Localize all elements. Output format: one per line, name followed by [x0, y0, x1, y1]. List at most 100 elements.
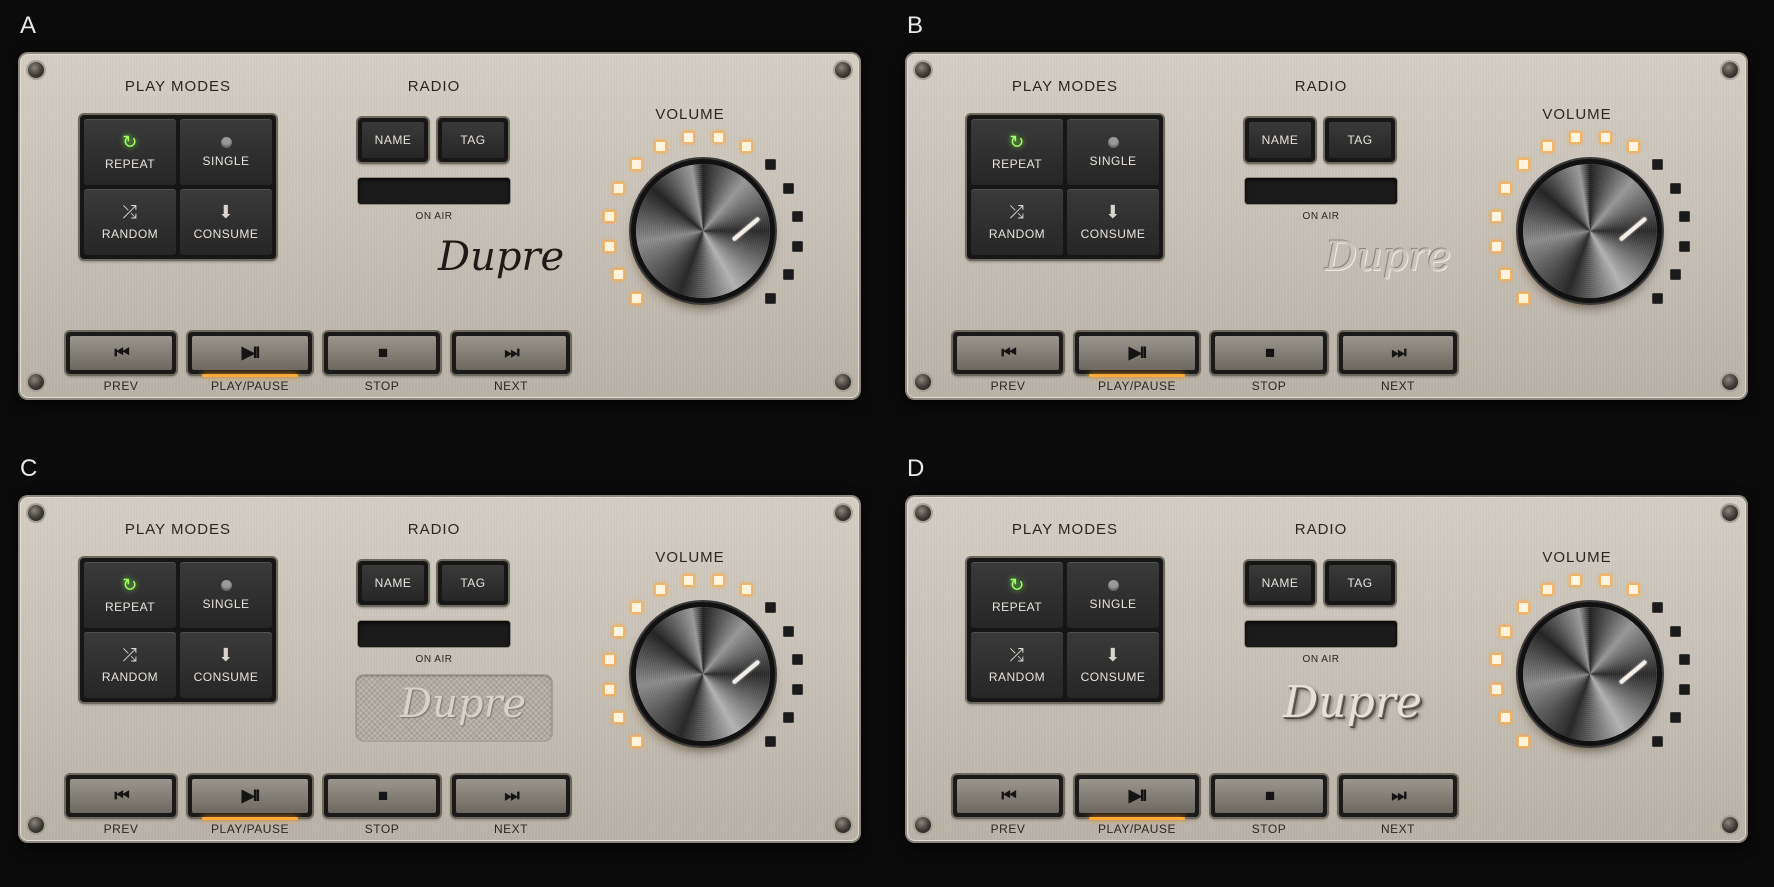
shuffle-icon: ⤮: [1009, 645, 1025, 665]
on-air-display: [1245, 621, 1397, 647]
random-button[interactable]: ⤮ RANDOM: [971, 189, 1063, 255]
volume-led: [1517, 736, 1529, 748]
volume-title: VOLUME: [655, 549, 725, 566]
radio-name-button[interactable]: NAME: [358, 118, 428, 162]
arrow-down-icon: ⬇: [1105, 645, 1121, 665]
volume-led: [1669, 269, 1681, 281]
volume-led: [1678, 240, 1690, 252]
stop-button[interactable]: ■: [1211, 332, 1327, 374]
radio-name-button[interactable]: NAME: [1245, 561, 1315, 605]
arrow-down-icon: ⬇: [1105, 202, 1121, 222]
volume-led: [1541, 584, 1553, 596]
knob-indicator: [1618, 216, 1648, 242]
control-panel: PLAY MODES ↻ REPEAT SINGLE ⤮ RANDOM ⬇ CO…: [905, 52, 1748, 400]
volume-led: [604, 683, 616, 695]
single-button[interactable]: SINGLE: [1067, 562, 1159, 628]
single-button[interactable]: SINGLE: [180, 119, 272, 185]
volume-led: [765, 158, 777, 170]
prev-button[interactable]: ⏮: [66, 332, 176, 374]
repeat-button[interactable]: ↻ REPEAT: [84, 119, 176, 185]
single-button[interactable]: SINGLE: [180, 562, 272, 628]
volume-led: [765, 601, 777, 613]
screw-icon: [835, 62, 851, 78]
radio-tag-button[interactable]: TAG: [1325, 561, 1395, 605]
volume-led: [604, 240, 616, 252]
screw-icon: [28, 505, 44, 521]
stop-button[interactable]: ■: [1211, 775, 1327, 817]
prev-icon: ⏮: [70, 779, 172, 813]
prev-icon: ⏮: [957, 336, 1059, 370]
random-button[interactable]: ⤮ RANDOM: [84, 189, 176, 255]
volume-led: [630, 293, 642, 305]
play-pause-button[interactable]: ▶II: [188, 332, 312, 377]
consume-button[interactable]: ⬇ CONSUME: [1067, 189, 1159, 255]
volume-led: [1491, 211, 1503, 223]
stop-button[interactable]: ■: [324, 332, 440, 374]
variant-label: D: [907, 455, 925, 482]
play-pause-button[interactable]: ▶II: [188, 775, 312, 820]
repeat-button[interactable]: ↻ REPEAT: [971, 119, 1063, 185]
prev-button[interactable]: ⏮: [66, 775, 176, 817]
next-button[interactable]: ⏭: [452, 775, 570, 817]
volume-led: [613, 269, 625, 281]
next-button[interactable]: ⏭: [1339, 775, 1457, 817]
prev-button[interactable]: ⏮: [953, 332, 1063, 374]
play-pause-label: PLAY/PAUSE: [1098, 379, 1176, 393]
stop-label: STOP: [364, 822, 400, 836]
screw-icon: [28, 374, 44, 390]
radio-name-button[interactable]: NAME: [1245, 118, 1315, 162]
consume-button[interactable]: ⬇ CONSUME: [180, 189, 272, 255]
play-pause-button[interactable]: ▶II: [1075, 775, 1199, 820]
next-icon: ⏭: [1343, 779, 1453, 813]
prev-button[interactable]: ⏮: [953, 775, 1063, 817]
single-button[interactable]: SINGLE: [1067, 119, 1159, 185]
volume-led: [791, 211, 803, 223]
volume-led: [1652, 601, 1664, 613]
volume-led: [654, 584, 666, 596]
play-pause-button[interactable]: ▶II: [1075, 332, 1199, 377]
repeat-label: REPEAT: [991, 600, 1043, 614]
screw-icon: [28, 817, 44, 833]
radio-tag-button[interactable]: TAG: [1325, 118, 1395, 162]
radio-tag-button[interactable]: TAG: [438, 561, 508, 605]
next-label: NEXT: [1380, 379, 1415, 393]
stop-button[interactable]: ■: [324, 775, 440, 817]
volume-knob[interactable]: [636, 607, 770, 741]
radio-title: RADIO: [1294, 521, 1348, 538]
play-pause-label: PLAY/PAUSE: [211, 379, 289, 393]
random-button[interactable]: ⤮ RANDOM: [971, 632, 1063, 698]
radio-title: RADIO: [407, 521, 461, 538]
arrow-down-icon: ⬇: [218, 645, 234, 665]
next-icon: ⏭: [456, 336, 566, 370]
consume-button[interactable]: ⬇ CONSUME: [1067, 632, 1159, 698]
random-button[interactable]: ⤮ RANDOM: [84, 632, 176, 698]
volume-led: [1628, 141, 1640, 153]
next-button[interactable]: ⏭: [1339, 332, 1457, 374]
volume-knob[interactable]: [636, 164, 770, 298]
radio-tag-button[interactable]: TAG: [438, 118, 508, 162]
volume-led: [604, 654, 616, 666]
volume-led: [1652, 736, 1664, 748]
shuffle-icon: ⤮: [122, 202, 138, 222]
consume-button[interactable]: ⬇ CONSUME: [180, 632, 272, 698]
volume-knob[interactable]: [1523, 607, 1657, 741]
control-panel: PLAY MODES ↻ REPEAT SINGLE ⤮ RANDOM ⬇ CO…: [18, 52, 861, 400]
volume-knob[interactable]: [1523, 164, 1657, 298]
play-pause-label: PLAY/PAUSE: [211, 822, 289, 836]
screw-icon: [915, 817, 931, 833]
dot-icon: [1107, 579, 1119, 591]
volume-led: [1491, 683, 1503, 695]
prev-label: PREV: [990, 379, 1026, 393]
shuffle-icon: ⤮: [1009, 202, 1025, 222]
stop-icon: ■: [1215, 336, 1323, 370]
random-label: RANDOM: [988, 670, 1046, 684]
repeat-button[interactable]: ↻ REPEAT: [971, 562, 1063, 628]
radio-name-button[interactable]: NAME: [358, 561, 428, 605]
next-button[interactable]: ⏭: [452, 332, 570, 374]
on-air-label: ON AIR: [1302, 654, 1340, 665]
volume-led: [1628, 584, 1640, 596]
volume-led: [613, 625, 625, 637]
repeat-button[interactable]: ↻ REPEAT: [84, 562, 176, 628]
prev-label: PREV: [103, 822, 139, 836]
radio-name-label: NAME: [1249, 122, 1311, 158]
